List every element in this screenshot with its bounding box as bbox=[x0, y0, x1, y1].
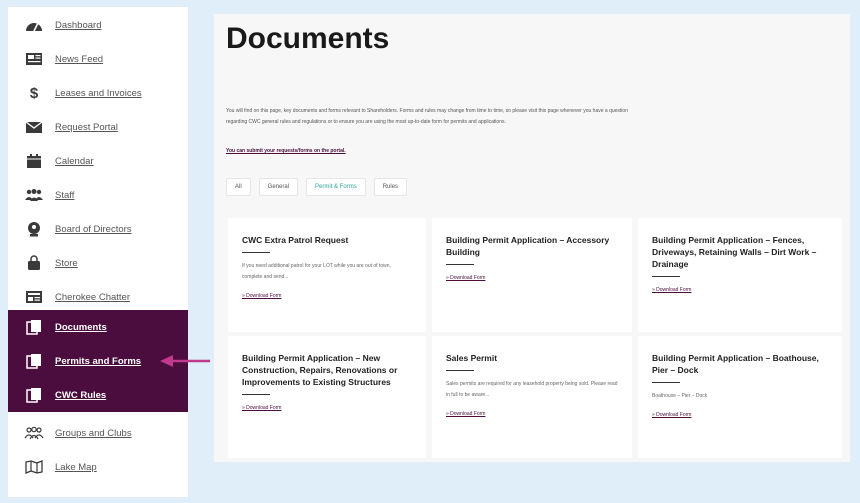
card-description: Boathouse – Pier – Dock bbox=[652, 393, 708, 399]
card-title: Building Permit Application – Boathouse,… bbox=[652, 353, 819, 375]
card-divider bbox=[652, 382, 680, 383]
news-feed-icon bbox=[23, 50, 45, 68]
portal-link[interactable]: You can submit your requests/forms on th… bbox=[226, 148, 346, 154]
map-icon bbox=[23, 458, 45, 476]
sidebar-item-label: Store bbox=[55, 257, 78, 269]
sidebar-item-label: Documents bbox=[55, 321, 107, 333]
card-divider bbox=[652, 276, 680, 277]
sidebar-item-store[interactable]: Store bbox=[8, 246, 188, 280]
document-card: Building Permit Application – Fences, Dr… bbox=[638, 218, 842, 332]
card-title: CWC Extra Patrol Request bbox=[242, 235, 349, 245]
card-divider bbox=[242, 252, 270, 253]
bag-icon bbox=[23, 254, 45, 272]
sidebar-item-staff[interactable]: Staff bbox=[8, 178, 188, 212]
sidebar-item-label: News Feed bbox=[55, 53, 104, 65]
page-title: Documents bbox=[226, 22, 390, 55]
pointer-arrow-icon bbox=[160, 355, 210, 367]
newspaper-icon bbox=[23, 288, 45, 306]
intro-text: You will find on this page, key document… bbox=[226, 108, 628, 125]
sidebar-item-label: Request Portal bbox=[55, 121, 118, 133]
groups-icon bbox=[23, 424, 45, 442]
filter-permit-forms[interactable]: Permit & Forms bbox=[306, 178, 366, 196]
card-title: Building Permit Application – Accessory … bbox=[446, 235, 610, 257]
sidebar-item-label: Calendar bbox=[55, 155, 94, 167]
download-form-link[interactable]: » Download Form bbox=[446, 411, 618, 417]
card-divider bbox=[242, 394, 270, 395]
sidebar-item-cherokee-chatter[interactable]: Cherokee Chatter bbox=[8, 280, 188, 314]
sidebar-item-groups-and-clubs[interactable]: Groups and Clubs bbox=[8, 416, 188, 450]
card-description: If you need additional patrol for your L… bbox=[242, 263, 391, 280]
envelope-icon bbox=[23, 118, 45, 136]
sidebar-item-label: Staff bbox=[55, 189, 75, 201]
sidebar-item-calendar[interactable]: Calendar bbox=[8, 144, 188, 178]
card-title: Building Permit Application – New Constr… bbox=[242, 353, 398, 387]
documents-icon bbox=[23, 318, 45, 336]
download-form-link[interactable]: » Download Form bbox=[242, 293, 412, 299]
documents-icon bbox=[23, 386, 45, 404]
documents-icon bbox=[23, 352, 45, 370]
dashboard-icon bbox=[23, 16, 45, 34]
sidebar: Dashboard News Feed $ Leases and Invoice… bbox=[8, 7, 188, 497]
sidebar-item-label: Cherokee Chatter bbox=[55, 291, 130, 303]
calendar-icon bbox=[23, 152, 45, 170]
download-form-link[interactable]: » Download Form bbox=[652, 287, 828, 293]
filter-all[interactable]: All bbox=[226, 178, 251, 196]
sidebar-item-leases[interactable]: $ Leases and Invoices bbox=[8, 76, 188, 110]
main-content: Documents You will find on this page, ke… bbox=[214, 14, 850, 462]
download-form-link[interactable]: » Download Form bbox=[242, 405, 412, 411]
sidebar-item-documents[interactable]: Documents bbox=[8, 310, 188, 344]
sidebar-item-label: Board of Directors bbox=[55, 223, 132, 235]
sidebar-item-label: Lake Map bbox=[55, 461, 97, 473]
board-icon bbox=[23, 220, 45, 238]
card-divider bbox=[446, 264, 474, 265]
sidebar-item-label: CWC Rules bbox=[55, 389, 107, 401]
sidebar-item-dashboard[interactable]: Dashboard bbox=[8, 8, 188, 42]
card-title: Building Permit Application – Fences, Dr… bbox=[652, 235, 817, 269]
sidebar-item-request-portal[interactable]: Request Portal bbox=[8, 110, 188, 144]
filter-rules[interactable]: Rules bbox=[373, 178, 408, 196]
document-card: Building Permit Application – New Constr… bbox=[228, 336, 426, 458]
document-card: Sales Permit Sales permits are required … bbox=[432, 336, 632, 458]
filter-general[interactable]: General bbox=[258, 178, 299, 196]
sidebar-item-label: Leases and Invoices bbox=[55, 87, 142, 99]
sidebar-item-label: Permits and Forms bbox=[55, 355, 142, 367]
sidebar-item-label: Dashboard bbox=[55, 19, 102, 31]
sidebar-item-label: Groups and Clubs bbox=[55, 427, 132, 439]
card-divider bbox=[446, 370, 474, 371]
download-form-link[interactable]: » Download Form bbox=[652, 412, 828, 418]
people-icon bbox=[23, 186, 45, 204]
filter-tabs: All General Permit & Forms Rules bbox=[226, 178, 408, 196]
dollar-icon: $ bbox=[29, 84, 39, 102]
download-form-link[interactable]: » Download Form bbox=[446, 275, 618, 281]
document-card: Building Permit Application – Accessory … bbox=[432, 218, 632, 332]
card-description: Sales permits are required for any lease… bbox=[446, 381, 618, 398]
sidebar-item-board[interactable]: Board of Directors bbox=[8, 212, 188, 246]
document-card: Building Permit Application – Boathouse,… bbox=[638, 336, 842, 458]
document-card: CWC Extra Patrol Request If you need add… bbox=[228, 218, 426, 332]
sidebar-item-news-feed[interactable]: News Feed bbox=[8, 42, 188, 76]
sidebar-item-lake-map[interactable]: Lake Map bbox=[8, 450, 188, 484]
card-title: Sales Permit bbox=[446, 353, 498, 363]
sidebar-item-cwc-rules[interactable]: CWC Rules bbox=[8, 378, 188, 412]
